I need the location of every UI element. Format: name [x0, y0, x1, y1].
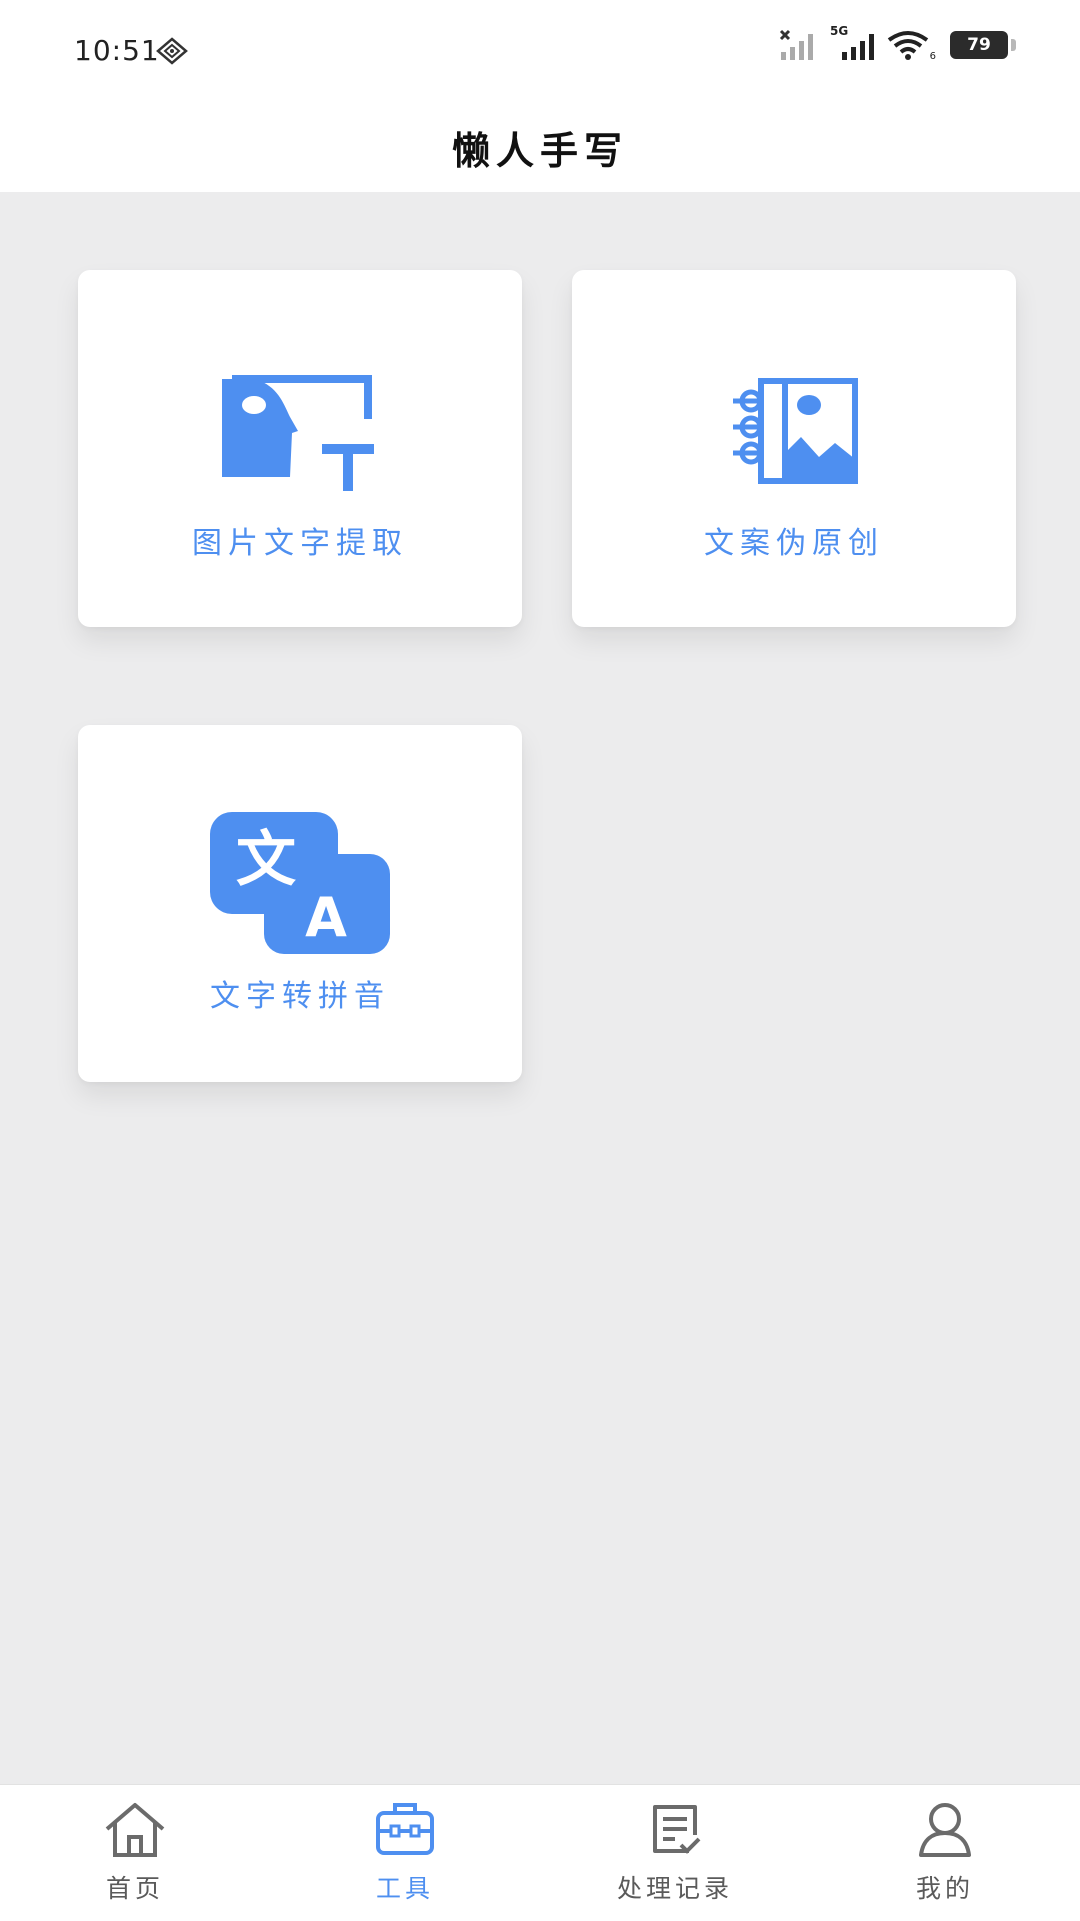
nav-label: 首页 [105, 1874, 164, 1903]
battery-level: 79 [967, 35, 991, 55]
nav-label: 我的 [915, 1874, 974, 1903]
toolbox-icon [376, 1803, 434, 1855]
page-title: 懒人手写 [451, 127, 628, 173]
network-type: 5G [830, 24, 849, 38]
status-time: 10:51 [74, 34, 160, 67]
image-text-icon [222, 375, 374, 491]
battery-indicator: 79 [950, 31, 1016, 59]
svg-text:文: 文 [236, 825, 296, 895]
svg-text:A: A [305, 886, 347, 949]
tool-label: 图片文字提取 [192, 526, 408, 561]
home-icon [105, 1803, 165, 1857]
tool-label: 文字转拼音 [210, 979, 390, 1014]
nav-item-home[interactable]: 首页 [0, 1785, 270, 1921]
status-icons: 5G 6 79 [778, 24, 1016, 62]
nav-label: 工具 [375, 1874, 434, 1903]
title-bar: 懒人手写 [0, 100, 1080, 192]
wifi-icon: 6 [886, 28, 936, 62]
nav-label: 处理记录 [616, 1874, 733, 1903]
tools-grid: 图片文字提取 文案伪原创 文 A 文字转拼音 [0, 192, 1080, 1784]
wifi-badge: 6 [929, 51, 936, 62]
nav-item-profile[interactable]: 我的 [810, 1785, 1080, 1921]
translate-icon: 文 A [210, 812, 390, 954]
nav-item-records[interactable]: 处理记录 [540, 1785, 810, 1921]
signal-no-service-icon [779, 29, 813, 60]
status-bar: 10:51 5G 6 79 [0, 0, 1080, 100]
notebook-image-icon [733, 378, 858, 484]
tool-card-pinyin[interactable]: 文 A 文字转拼音 [78, 725, 522, 1082]
tool-label: 文案伪原创 [704, 526, 884, 561]
app-notification-icon [156, 37, 188, 65]
tool-card-image-text[interactable]: 图片文字提取 [78, 270, 522, 627]
signal-5g-icon: 5G [830, 24, 878, 62]
user-icon [919, 1803, 971, 1857]
tool-card-rewrite[interactable]: 文案伪原创 [572, 270, 1016, 627]
record-icon [653, 1805, 701, 1854]
bottom-nav: 首页 工具 处理记录 我的 [0, 1784, 1080, 1921]
nav-item-tools[interactable]: 工具 [270, 1785, 540, 1921]
